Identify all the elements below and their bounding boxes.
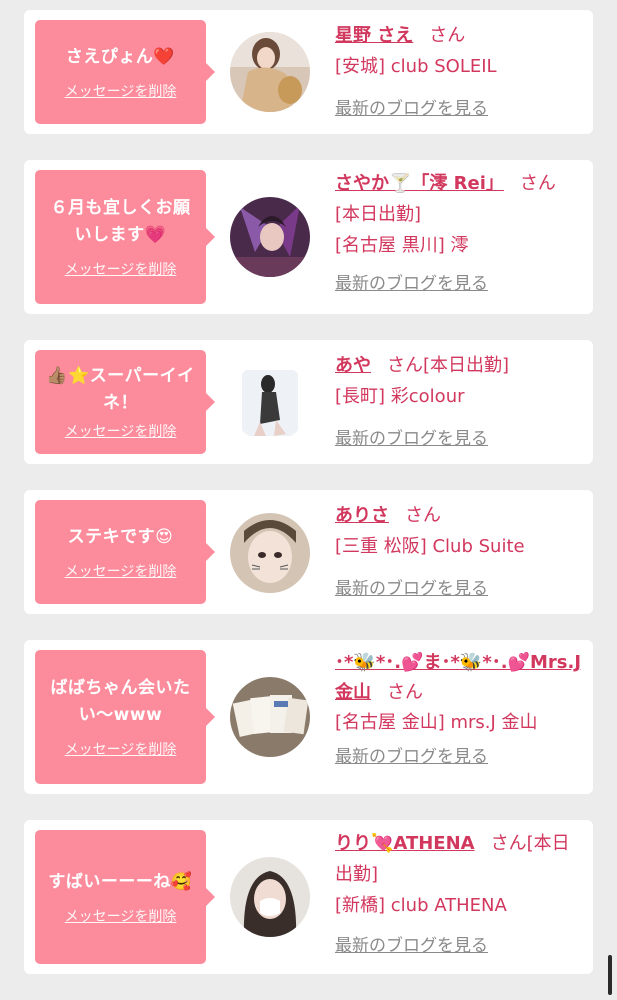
honorific: さん (519, 173, 556, 194)
profile-photo (230, 677, 310, 757)
profile-info: ･*🐝*･.💕ま･*🐝*･.💕Mrs.J金山 さん [名古屋 金山] mrs.J … (335, 648, 585, 772)
profile-name-link[interactable]: ありさ (335, 505, 389, 526)
profile-info: あや さん[本日出勤] [長町] 彩colour 最新のブログを見る (335, 350, 585, 455)
message-text: ばばちゃん会いたい〜www (50, 678, 191, 725)
message-bubble: ６月も宜しくお願いします💗 メッセージを削除 (35, 170, 215, 304)
avatar[interactable] (230, 197, 310, 277)
profile-info: りり💘ATHENA さん[本日出勤] [新橋] club ATHENA 最新のブロ… (335, 828, 585, 962)
profile-photo (230, 197, 310, 277)
profile-info: さやか🍸「澪 Rei」 さん [本日出勤] [名古屋 黒川] 澪 最新のブログを見… (335, 168, 585, 300)
honorific: さん (429, 25, 466, 46)
profile-info: 星野 さえ さん [安城] club SOLEIL 最新のブログを見る (335, 20, 585, 125)
liked-card: ステキです😍 メッセージを削除 ありさ さん [三重 松阪] Club Suite… (24, 490, 593, 614)
delete-message-link[interactable]: メッセージを削除 (65, 561, 177, 581)
message-text: さえぴょん❤️ (65, 46, 176, 67)
shop-line: [名古屋 金山] mrs.J 金山 (335, 712, 538, 733)
avatar[interactable] (230, 32, 310, 112)
liked-card: 👍🏽⭐スーパーイイネ！ メッセージを削除 あや さん[本日出勤] [長町] 彩co… (24, 340, 593, 464)
honorific: さん (490, 833, 527, 854)
message-bubble: ばばちゃん会いたい〜www メッセージを削除 (35, 650, 215, 784)
shop-line: [新橋] club ATHENA (335, 895, 507, 916)
profile-name-link[interactable]: さやか🍸「澪 Rei」 (335, 173, 504, 194)
liked-card: すばいーーーね🥰 メッセージを削除 りり💘ATHENA さん[本日出勤] [新橋]… (24, 820, 593, 974)
honorific: さん (405, 505, 441, 526)
honorific: さん (387, 682, 423, 703)
liked-card: ６月も宜しくお願いします💗 メッセージを削除 さやか🍸「澪 Rei」 さん [本日… (24, 160, 593, 314)
view-blog-link[interactable]: 最新のブログを見る (335, 269, 488, 300)
avatar[interactable] (230, 362, 310, 442)
message-text: ６月も宜しくお願いします💗 (50, 198, 191, 245)
delete-message-link[interactable]: メッセージを削除 (65, 421, 177, 441)
status-inline: [本日出勤] (423, 355, 510, 376)
delete-message-link[interactable]: メッセージを削除 (65, 81, 177, 101)
avatar[interactable] (230, 857, 310, 937)
message-bubble: すばいーーーね🥰 メッセージを削除 (35, 830, 215, 964)
avatar[interactable] (230, 677, 310, 757)
profile-photo (230, 32, 310, 112)
message-bubble: 👍🏽⭐スーパーイイネ！ メッセージを削除 (35, 350, 215, 454)
message-text: すばいーーーね🥰 (48, 871, 193, 892)
honorific: さん (387, 355, 423, 376)
scrollbar[interactable] (608, 955, 612, 995)
message-bubble: ステキです😍 メッセージを削除 (35, 500, 215, 604)
view-blog-link[interactable]: 最新のブログを見る (335, 742, 488, 772)
view-blog-link[interactable]: 最新のブログを見る (335, 424, 488, 455)
profile-photo (230, 513, 310, 593)
shop-line: [長町] 彩colour (335, 386, 465, 407)
view-blog-link[interactable]: 最新のブログを見る (335, 574, 488, 605)
profile-photo (230, 857, 310, 937)
profile-name-link[interactable]: あや (335, 355, 371, 376)
profile-info: ありさ さん [三重 松阪] Club Suite 最新のブログを見る (335, 500, 585, 605)
delete-message-link[interactable]: メッセージを削除 (65, 906, 177, 926)
status-line: [本日出勤] (335, 204, 422, 225)
shop-line: [名古屋 黒川] 澪 (335, 235, 469, 256)
message-bubble: さえぴょん❤️ メッセージを削除 (35, 20, 215, 124)
liked-card: さえぴょん❤️ メッセージを削除 星野 さえ さん [安城] club SOLEI… (24, 10, 593, 134)
profile-name-link[interactable]: ･*🐝*･.💕ま･*🐝*･.💕Mrs.J金山 (335, 652, 581, 703)
view-blog-link[interactable]: 最新のブログを見る (335, 931, 488, 962)
delete-message-link[interactable]: メッセージを削除 (65, 739, 177, 759)
profile-photo (230, 362, 310, 442)
shop-line: [三重 松阪] Club Suite (335, 536, 525, 557)
profile-name-link[interactable]: りり💘ATHENA (335, 833, 475, 854)
delete-message-link[interactable]: メッセージを削除 (65, 259, 177, 279)
message-text: ステキです😍 (67, 526, 174, 547)
profile-name-link[interactable]: 星野 さえ (335, 25, 413, 46)
message-text: 👍🏽⭐スーパーイイネ！ (46, 366, 195, 413)
liked-card: ばばちゃん会いたい〜www メッセージを削除 ･*🐝*･.💕ま･*🐝*･.💕Mr… (24, 640, 593, 794)
shop-line: [安城] club SOLEIL (335, 56, 497, 77)
avatar[interactable] (230, 513, 310, 593)
view-blog-link[interactable]: 最新のブログを見る (335, 94, 488, 125)
